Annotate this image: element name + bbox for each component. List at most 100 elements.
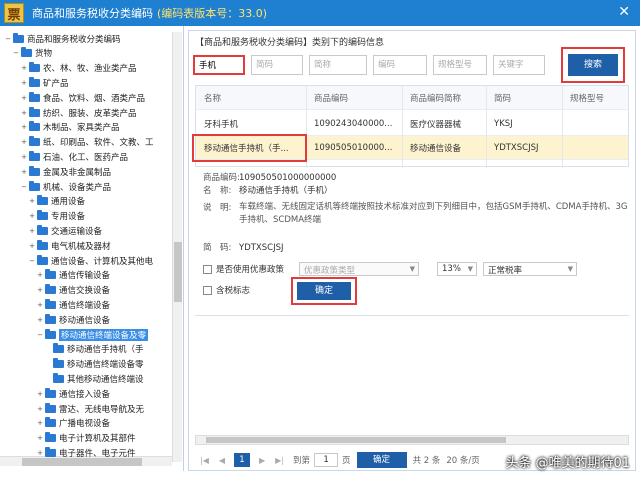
expand-icon[interactable]: + (20, 138, 28, 146)
expand-icon[interactable]: + (36, 449, 44, 457)
tax-included-checkbox-row[interactable]: 含税标志 (203, 284, 250, 296)
first-page-button[interactable]: |◀ (200, 456, 209, 465)
tree-item-label: 移动通信终端设备及零 (59, 328, 149, 341)
preferential-policy-checkbox[interactable] (203, 264, 212, 274)
tree-item[interactable]: + 电子器件、电子元件 (36, 446, 136, 459)
collapse-icon[interactable]: − (20, 183, 28, 191)
tree-item[interactable]: + 石油、化工、医药产品 (20, 150, 128, 163)
expand-icon[interactable]: + (36, 405, 44, 413)
expand-icon[interactable]: + (20, 94, 28, 102)
tree-item[interactable]: 移动通信手持机（手 (44, 343, 144, 356)
tree-item[interactable]: + 广播电视设备 (36, 417, 110, 430)
tree-item[interactable]: − 货物 (12, 47, 52, 60)
folder-icon (29, 121, 40, 132)
tree-item-label: 商品和服务税收分类编码 (27, 34, 121, 45)
column-header-code[interactable]: 商品编码 (314, 92, 394, 104)
expand-icon[interactable]: + (36, 434, 44, 442)
tree-item[interactable]: + 通信终端设备 (36, 298, 110, 311)
collapse-icon[interactable]: − (28, 257, 36, 265)
column-header-short-code[interactable]: 简码 (494, 92, 564, 104)
expand-icon[interactable]: + (36, 301, 44, 309)
last-page-button[interactable]: ▶| (275, 456, 284, 465)
row-short-code: YDTXSCJSJ (494, 142, 539, 153)
tree-item[interactable]: − 机械、设备类产品 (20, 180, 111, 193)
tree-item-label: 通用设备 (51, 197, 86, 208)
expand-icon[interactable]: + (20, 153, 28, 161)
expand-icon[interactable]: + (36, 390, 44, 398)
expand-icon[interactable]: + (36, 271, 44, 279)
code-filter[interactable]: 简码 (251, 55, 303, 75)
collapse-icon[interactable]: − (4, 35, 12, 43)
folder-icon (29, 150, 40, 161)
tree-item[interactable]: + 电气机械及器材 (28, 239, 111, 252)
folder-icon (45, 284, 56, 295)
preferential-policy-checkbox-row[interactable]: 是否使用优惠政策 (203, 263, 284, 275)
tree-item[interactable]: − 商品和服务税收分类编码 (4, 32, 121, 45)
tree-item[interactable]: + 通信交换设备 (36, 284, 110, 297)
tree-item[interactable]: 移动通信终端设备零 (44, 358, 144, 371)
expand-icon[interactable]: + (28, 212, 36, 220)
confirm-button[interactable]: 确定 (291, 277, 357, 305)
collapse-icon[interactable]: − (12, 49, 20, 57)
tree-item[interactable]: + 交通运输设备 (28, 224, 102, 237)
column-header-spec[interactable]: 规格型号 (570, 92, 626, 104)
tree-item-label: 纺织、服装、皮革类产品 (43, 108, 137, 119)
current-page[interactable]: 1 (234, 453, 251, 467)
tree-item[interactable]: + 纸、印刷品、软件、文教、工 (20, 136, 154, 149)
goto-confirm-button[interactable]: 确定 (356, 452, 407, 468)
expand-icon[interactable]: + (20, 123, 28, 131)
tree-item[interactable]: + 纺织、服装、皮革类产品 (20, 106, 137, 119)
tree-item[interactable]: + 通信接入设备 (36, 387, 110, 400)
goto-page-input[interactable]: 1 (314, 453, 339, 467)
search-button[interactable]: 搜索 (561, 47, 625, 83)
pagination-bar: |◀ ◀ 1 ▶ ▶| 到第 1 页 确定 共 2 条 20 条/页 (195, 451, 480, 469)
expand-icon[interactable]: + (36, 419, 44, 427)
tax-included-checkbox[interactable] (203, 285, 212, 295)
prev-page-button[interactable]: ◀ (219, 456, 225, 465)
keyword-filter[interactable]: 关键字 (493, 55, 545, 75)
tree-item[interactable]: + 电子计算机及其部件 (36, 432, 136, 445)
tree-item[interactable]: + 农、林、牧、渔业类产品 (20, 62, 137, 75)
tax-rate-select[interactable]: 13% ▼ (437, 262, 477, 276)
tree-item[interactable]: + 木制品、家具类产品 (20, 121, 120, 134)
short-name-filter[interactable]: 简称 (309, 55, 367, 75)
column-header-name[interactable]: 名称 (204, 92, 299, 104)
expand-icon[interactable]: + (20, 168, 28, 176)
preferential-type-select[interactable]: 优惠政策类型 ▼ (299, 262, 419, 276)
expand-icon[interactable]: + (36, 286, 44, 294)
per-page-select[interactable]: 20 条/页 (446, 454, 479, 466)
expand-icon[interactable]: + (28, 227, 36, 235)
tree-item[interactable]: + 雷达、无线电导航及无 (36, 402, 144, 415)
tree-item-label: 电子器件、电子元件 (59, 448, 136, 459)
tax-type-select[interactable]: 正常税率 ▼ (483, 262, 577, 276)
expand-icon[interactable]: + (28, 242, 36, 250)
tree-item[interactable]: − 通信设备、计算机及其他电 (28, 254, 153, 267)
table-row[interactable]: 牙科手机 1090243040000... 医疗仪器器械 YKSJ (196, 112, 628, 136)
tree-item[interactable]: + 移动通信设备 (36, 313, 110, 326)
tree-item-label: 交通运输设备 (51, 226, 103, 237)
next-page-button[interactable]: ▶ (259, 456, 265, 465)
expand-icon[interactable]: + (28, 197, 36, 205)
expand-icon[interactable]: + (20, 79, 28, 87)
expand-icon[interactable]: + (20, 109, 28, 117)
tree-item[interactable]: + 专用设备 (28, 210, 85, 223)
name-filter[interactable]: 手机 (193, 55, 245, 75)
tree-item[interactable]: + 通用设备 (28, 195, 85, 208)
tree-item[interactable]: + 金属及非金属制品 (20, 165, 111, 178)
expand-icon[interactable]: + (20, 64, 28, 72)
detail-name: 名 称: 移动通信手持机（手机） (203, 186, 333, 196)
expand-icon[interactable]: + (36, 316, 44, 324)
folder-icon (29, 76, 40, 87)
tree-item[interactable]: + 矿产品 (20, 76, 69, 89)
tree-vertical-scrollbar[interactable] (172, 32, 182, 462)
tree-item[interactable]: + 食品、饮料、烟、酒类产品 (20, 91, 145, 104)
column-header-short-name[interactable]: 商品编码简称 (410, 92, 480, 104)
tree-item[interactable]: + 通信传输设备 (36, 269, 110, 282)
tree-item[interactable]: 其他移动通信终端设 (44, 372, 144, 385)
code-field[interactable]: 编码 (373, 55, 427, 75)
spec-filter[interactable]: 规格型号 (433, 55, 487, 75)
panel-horizontal-scrollbar[interactable] (195, 435, 629, 445)
close-icon[interactable]: ✕ (618, 4, 630, 20)
collapse-icon[interactable]: − (36, 331, 44, 339)
tree-item[interactable]: − 移动通信终端设备及零 (36, 328, 149, 341)
